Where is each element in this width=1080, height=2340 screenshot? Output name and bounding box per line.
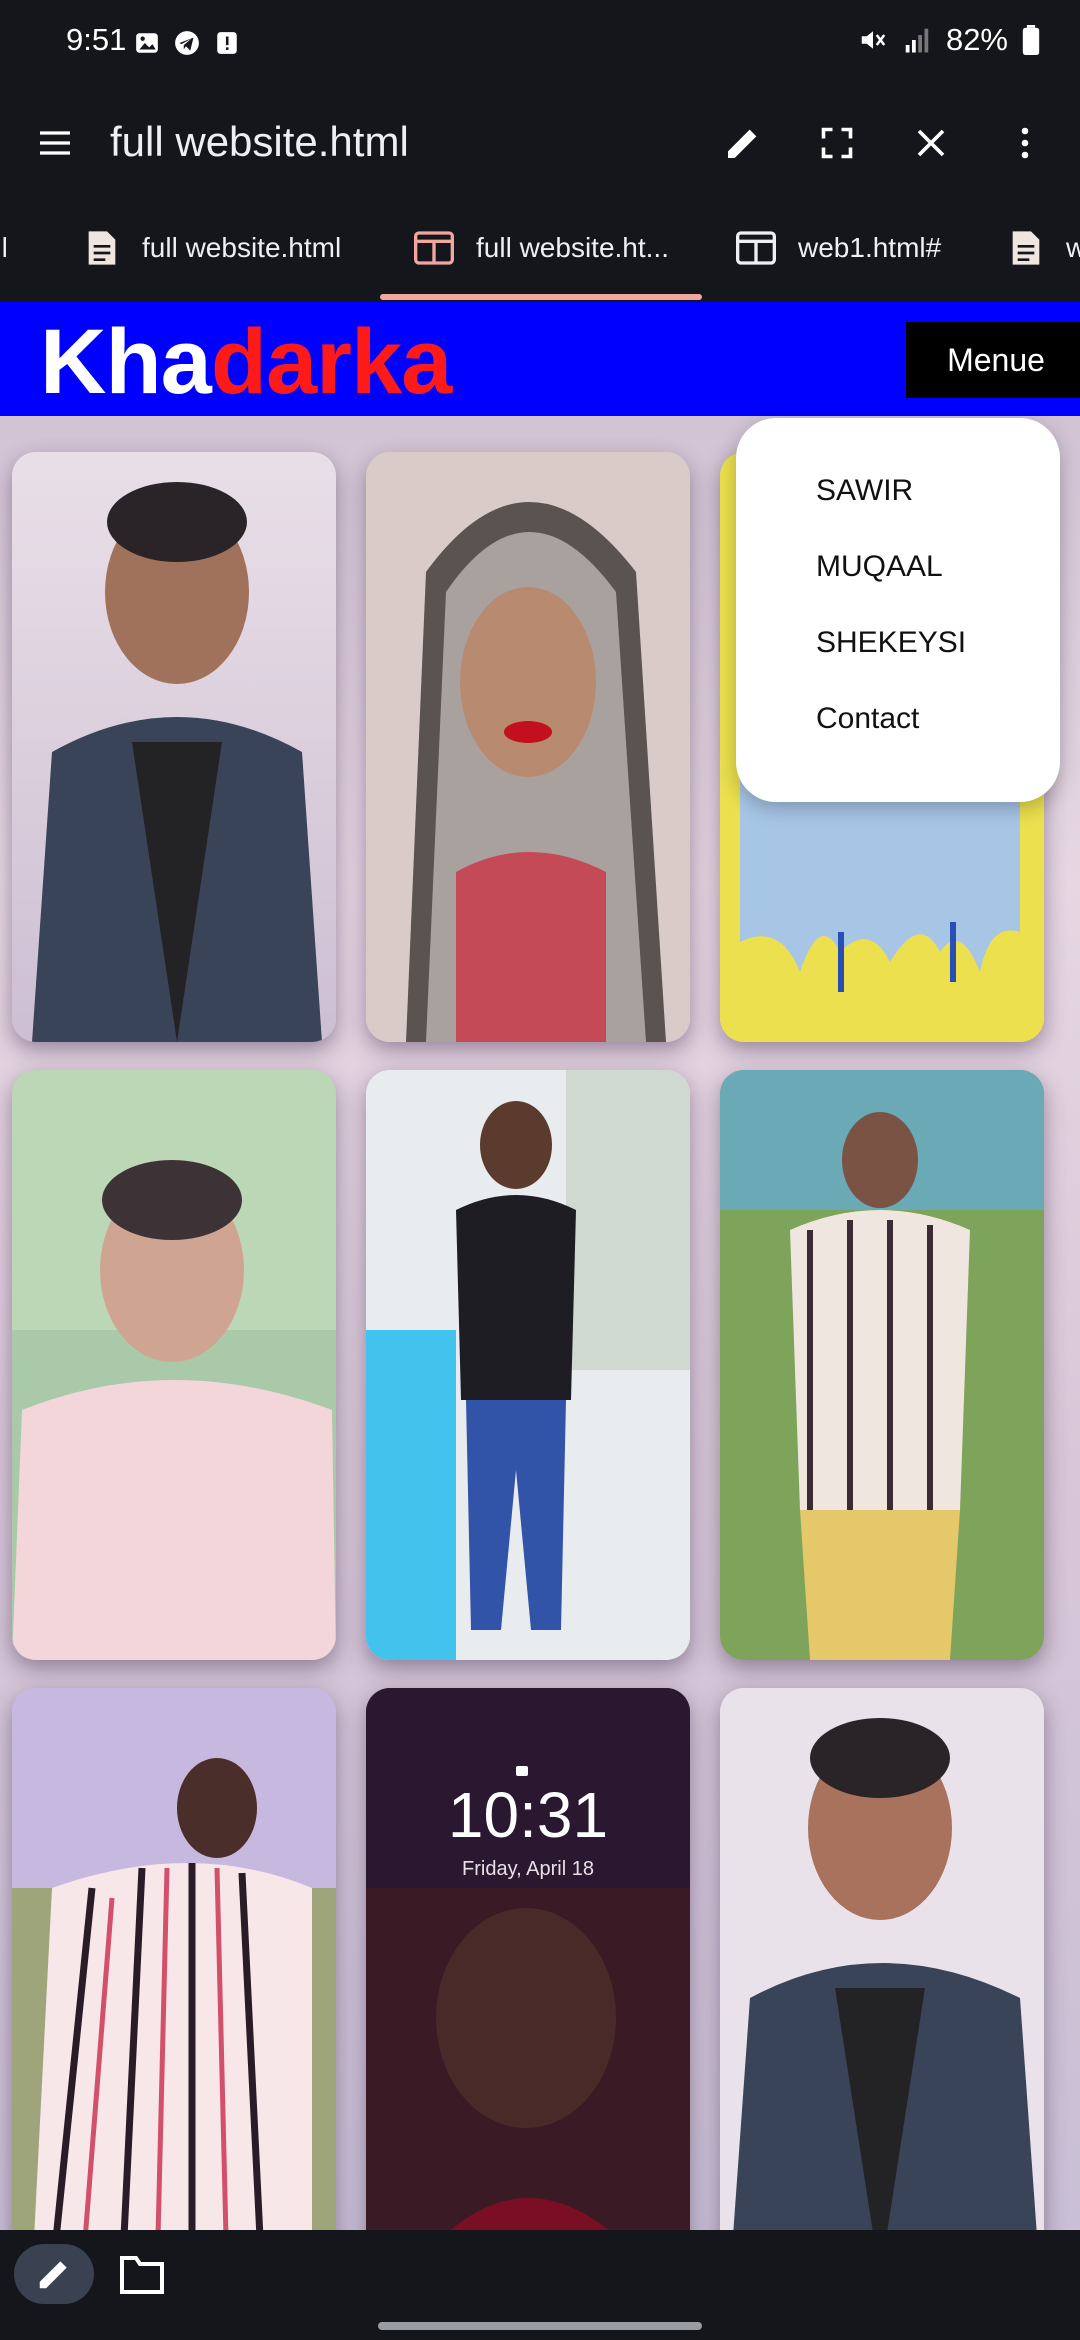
tab-web1[interactable]: web1.html# xyxy=(736,198,941,298)
portrait-image xyxy=(12,1070,336,1660)
site-logo[interactable]: Khadarka xyxy=(40,310,452,415)
tab-label: full website.ht... xyxy=(476,232,669,263)
tab-label: w xyxy=(1066,232,1080,263)
tab-label: full website.html xyxy=(142,232,342,263)
web-preview-icon xyxy=(736,231,776,265)
tab-bar: nl full website.html full website.ht... … xyxy=(0,198,1080,302)
app-bar: full website.html xyxy=(0,88,1080,198)
photo-card[interactable] xyxy=(12,1688,336,2230)
dropdown-menu: SAWIR MUQAAL SHEKEYSI Contact xyxy=(736,418,1060,802)
document-icon xyxy=(1012,231,1040,265)
portrait-image xyxy=(720,1070,1044,1660)
photo-card[interactable] xyxy=(366,1070,690,1660)
document-icon xyxy=(88,231,116,265)
telegram-icon xyxy=(175,31,199,55)
photo-card[interactable] xyxy=(720,1070,1044,1660)
menu-button[interactable]: Menue xyxy=(906,322,1080,398)
photo-card[interactable] xyxy=(12,1070,336,1660)
hamburger-menu-icon[interactable] xyxy=(30,118,80,168)
edit-pencil-icon[interactable] xyxy=(718,118,768,168)
edit-mode-button[interactable] xyxy=(14,2244,94,2304)
tab-label: nl xyxy=(0,232,8,263)
fullscreen-icon[interactable] xyxy=(812,118,862,168)
active-tab-indicator xyxy=(380,294,702,300)
tab-partial-right[interactable]: w xyxy=(1008,198,1080,298)
battery-percent: 82% xyxy=(945,22,1008,57)
logo-red-part: darka xyxy=(210,311,452,413)
folder-icon[interactable] xyxy=(118,2252,166,2296)
document-title: full website.html xyxy=(110,118,409,165)
tab-full-website-doc[interactable]: full website.html xyxy=(84,198,341,298)
portrait-image xyxy=(366,452,690,1042)
menu-item-contact[interactable]: Contact xyxy=(816,702,919,736)
lockscreen-time: 10:31 xyxy=(447,1779,609,1851)
mute-icon xyxy=(861,31,886,49)
status-right: 82% xyxy=(858,22,1040,58)
status-time: 9:51 xyxy=(66,22,127,57)
portrait-image xyxy=(12,1688,336,2230)
gallery-icon xyxy=(136,33,158,53)
menu-item-shekeysi[interactable]: SHEKEYSI xyxy=(816,626,966,660)
portrait-image xyxy=(720,1688,1044,2230)
signal-icon xyxy=(905,28,929,53)
menu-item-sawir[interactable]: SAWIR xyxy=(816,474,913,508)
tab-label: web1.html# xyxy=(798,232,942,263)
portrait-image xyxy=(12,452,336,1042)
lockscreen-image xyxy=(366,1688,690,2230)
photo-card[interactable] xyxy=(366,452,690,1042)
photo-card[interactable] xyxy=(720,1688,1044,2230)
portrait-image xyxy=(366,1070,690,1660)
alert-icon xyxy=(217,32,237,54)
more-options-icon[interactable] xyxy=(1000,118,1050,168)
notification-icons xyxy=(134,30,240,56)
site-header: Khadarka Menue xyxy=(0,302,1080,416)
edit-pencil-icon xyxy=(39,2261,67,2289)
status-bar: 9:51 82% xyxy=(0,0,1080,88)
web-preview: Khadarka Menue 10:31 Friday, April 18 SA… xyxy=(0,302,1080,2230)
tab-partial-left[interactable]: nl xyxy=(0,198,8,298)
tab-full-website-preview[interactable]: full website.ht... xyxy=(414,198,669,298)
close-icon[interactable] xyxy=(906,118,956,168)
web-preview-icon xyxy=(414,231,454,265)
bottom-bar xyxy=(0,2230,1080,2340)
lockscreen-date: Friday, April 18 xyxy=(462,1858,594,1880)
battery-icon xyxy=(1022,25,1040,55)
home-indicator[interactable] xyxy=(378,2322,702,2330)
photo-card[interactable] xyxy=(12,452,336,1042)
logo-white-part: Kha xyxy=(40,311,212,413)
photo-card[interactable]: 10:31 Friday, April 18 xyxy=(366,1688,690,2230)
menu-item-muqaal[interactable]: MUQAAL xyxy=(816,550,943,584)
